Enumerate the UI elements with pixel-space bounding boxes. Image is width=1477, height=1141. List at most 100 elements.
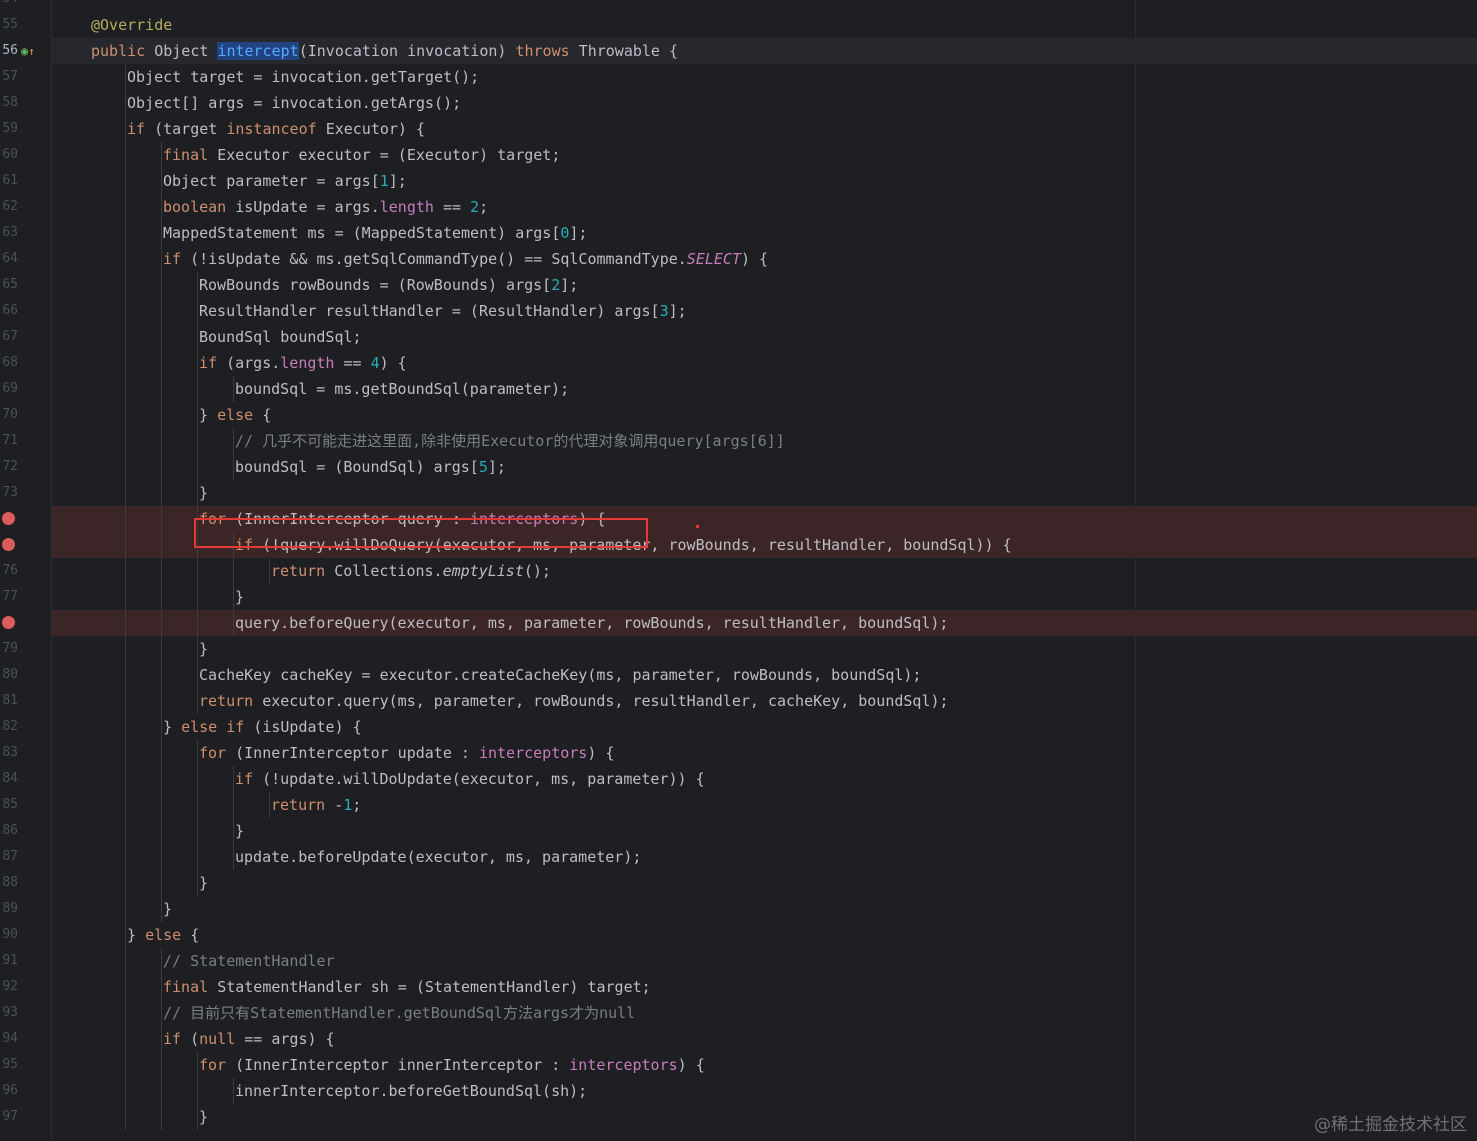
line-gutter[interactable]: 76	[0, 558, 52, 584]
line-gutter[interactable]: 83	[0, 740, 52, 766]
code-line[interactable]: 97}	[0, 1104, 1477, 1130]
line-gutter[interactable]: 96	[0, 1078, 52, 1104]
code-line[interactable]: 82} else if (isUpdate) {	[0, 714, 1477, 740]
code-line[interactable]: 83 for (InnerInterceptor update : interce…	[0, 740, 1477, 766]
code-line-content[interactable]: Object target = invocation.getTarget();	[52, 64, 1477, 90]
line-gutter[interactable]	[0, 532, 52, 558]
code-line[interactable]: 80 CacheKey cacheKey = executor.createCac…	[0, 662, 1477, 688]
line-gutter[interactable]: 66	[0, 298, 52, 324]
line-gutter[interactable]: 58	[0, 90, 52, 116]
code-line-content[interactable]: return -1;	[52, 792, 1477, 818]
line-gutter[interactable]: 90	[0, 922, 52, 948]
code-line[interactable]: 64 if (!isUpdate && ms.getSqlCommandType(…	[0, 246, 1477, 272]
line-gutter[interactable]: 54	[0, 0, 52, 12]
code-line[interactable]: 62 boolean isUpdate = args.length == 2;	[0, 194, 1477, 220]
line-gutter[interactable]: 67	[0, 324, 52, 350]
line-gutter[interactable]: 57	[0, 64, 52, 90]
line-gutter[interactable]: 56 ◉↑	[0, 38, 52, 64]
code-line[interactable]: 84 if (!update.willDoUpdate(executor, ms,…	[0, 766, 1477, 792]
line-gutter[interactable]: 77	[0, 584, 52, 610]
code-line[interactable]: 73}	[0, 480, 1477, 506]
code-line-content[interactable]: update.beforeUpdate(executor, ms, parame…	[52, 844, 1477, 870]
line-gutter[interactable]: 73	[0, 480, 52, 506]
code-line[interactable]: 71 // 几乎不可能走进这里面,除非使用Executor的代理对象调用query…	[0, 428, 1477, 454]
line-gutter[interactable]: 81	[0, 688, 52, 714]
code-line-content[interactable]: return executor.query(ms, parameter, row…	[52, 688, 1477, 714]
code-line-content[interactable]: boundSql = (BoundSql) args[5];	[52, 454, 1477, 480]
line-gutter[interactable]: 87	[0, 844, 52, 870]
code-line-content[interactable]: innerInterceptor.beforeGetBoundSql(sh);	[52, 1078, 1477, 1104]
code-line-content[interactable]: // 几乎不可能走进这里面,除非使用Executor的代理对象调用query[a…	[52, 428, 1477, 454]
code-line-content[interactable]: if (target instanceof Executor) {	[52, 116, 1477, 142]
code-line-content[interactable]: ResultHandler resultHandler = (ResultHan…	[52, 298, 1477, 324]
code-line-content[interactable]: public Object intercept(Invocation invoc…	[52, 38, 1477, 64]
line-gutter[interactable]: 60	[0, 142, 52, 168]
code-line[interactable]: 60 final Executor executor = (Executor) t…	[0, 142, 1477, 168]
code-line[interactable]: 70} else {	[0, 402, 1477, 428]
code-line-content[interactable]: // StatementHandler	[52, 948, 1477, 974]
code-line[interactable]: 88}	[0, 870, 1477, 896]
code-line[interactable]: 77}	[0, 584, 1477, 610]
code-line-content[interactable]: @Override	[52, 12, 1477, 38]
code-line[interactable]: 61 Object parameter = args[1];	[0, 168, 1477, 194]
code-line-content[interactable]: Object[] args = invocation.getArgs();	[52, 90, 1477, 116]
line-gutter[interactable]: 86	[0, 818, 52, 844]
line-gutter[interactable]: 91	[0, 948, 52, 974]
code-line-content[interactable]: if (null == args) {	[52, 1026, 1477, 1052]
line-gutter[interactable]: 61	[0, 168, 52, 194]
code-line[interactable]: 67 BoundSql boundSql;	[0, 324, 1477, 350]
line-gutter[interactable]: 95	[0, 1052, 52, 1078]
line-gutter[interactable]: 93	[0, 1000, 52, 1026]
code-line[interactable]: 72 boundSql = (BoundSql) args[5];	[0, 454, 1477, 480]
code-line-content[interactable]: } else if (isUpdate) {	[52, 714, 1477, 740]
code-line[interactable]: 63 MappedStatement ms = (MappedStatement)…	[0, 220, 1477, 246]
code-line[interactable]: 58 Object[] args = invocation.getArgs();	[0, 90, 1477, 116]
code-line[interactable]: 79}	[0, 636, 1477, 662]
code-line-content[interactable]: if (!isUpdate && ms.getSqlCommandType() …	[52, 246, 1477, 272]
code-line[interactable]: 85 return -1;	[0, 792, 1477, 818]
code-line[interactable]: 81 return executor.query(ms, parameter, r…	[0, 688, 1477, 714]
line-gutter[interactable]: 59	[0, 116, 52, 142]
line-gutter[interactable]: 97	[0, 1104, 52, 1130]
code-line-content[interactable]: final StatementHandler sh = (StatementHa…	[52, 974, 1477, 1000]
code-editor[interactable]: 5455@Override56◉↑public Object intercept…	[0, 0, 1477, 1141]
code-line[interactable]: 94 if (null == args) {	[0, 1026, 1477, 1052]
code-line[interactable]: 93 // 目前只有StatementHandler.getBoundSql方法a…	[0, 1000, 1477, 1026]
code-line-content[interactable]: }	[52, 818, 1477, 844]
code-line-content[interactable]: boundSql = ms.getBoundSql(parameter);	[52, 376, 1477, 402]
code-line[interactable]: 55 @Override	[0, 12, 1477, 38]
line-gutter[interactable]: 94	[0, 1026, 52, 1052]
code-line[interactable]: 59 if (target instanceof Executor) {	[0, 116, 1477, 142]
code-line-content[interactable]: CacheKey cacheKey = executor.createCache…	[52, 662, 1477, 688]
code-line[interactable]: 65 RowBounds rowBounds = (RowBounds) args…	[0, 272, 1477, 298]
breakpoint-icon[interactable]	[2, 538, 15, 551]
code-line-content[interactable]: } else {	[52, 402, 1477, 428]
code-line-content[interactable]: boolean isUpdate = args.length == 2;	[52, 194, 1477, 220]
line-gutter[interactable]: 82	[0, 714, 52, 740]
code-line-content[interactable]: RowBounds rowBounds = (RowBounds) args[2…	[52, 272, 1477, 298]
code-line-content[interactable]	[52, 0, 1477, 12]
code-line[interactable]: 89}	[0, 896, 1477, 922]
code-line-content[interactable]: for (InnerInterceptor innerInterceptor :…	[52, 1052, 1477, 1078]
code-line-content[interactable]: return Collections.emptyList();	[52, 558, 1477, 584]
code-line-content[interactable]: query.beforeQuery(executor, ms, paramete…	[52, 610, 1477, 636]
code-line[interactable]: 76 return Collections.emptyList();	[0, 558, 1477, 584]
code-line[interactable]: 68 if (args.length == 4) {	[0, 350, 1477, 376]
line-gutter[interactable]: 92	[0, 974, 52, 1000]
line-gutter[interactable]: 72	[0, 454, 52, 480]
code-line[interactable]: query.beforeQuery(executor, ms, paramete…	[0, 610, 1477, 636]
line-gutter[interactable]: 65	[0, 272, 52, 298]
line-gutter[interactable]	[0, 610, 52, 636]
code-line-content[interactable]: Object parameter = args[1];	[52, 168, 1477, 194]
code-line-content[interactable]: }	[52, 480, 1477, 506]
breakpoint-icon[interactable]	[2, 512, 15, 525]
line-gutter[interactable]: 71	[0, 428, 52, 454]
code-line[interactable]: 87 update.beforeUpdate(executor, ms, para…	[0, 844, 1477, 870]
code-line[interactable]: 86}	[0, 818, 1477, 844]
code-line[interactable]: 57 Object target = invocation.getTarget()…	[0, 64, 1477, 90]
code-line-content[interactable]: }	[52, 1104, 1477, 1130]
line-gutter[interactable]: 80	[0, 662, 52, 688]
line-gutter[interactable]: 62	[0, 194, 52, 220]
line-gutter[interactable]: 63	[0, 220, 52, 246]
breakpoint-icon[interactable]	[2, 616, 15, 629]
